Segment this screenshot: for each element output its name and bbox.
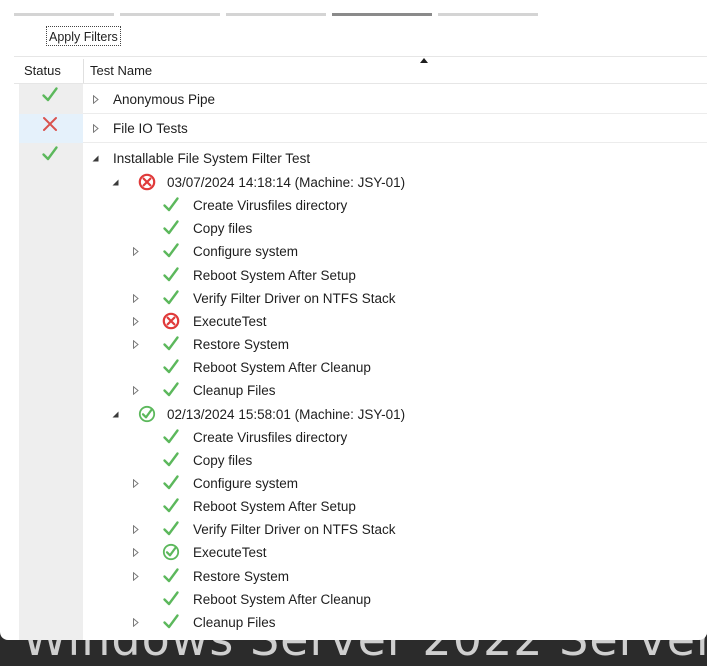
tree-node-label: Reboot System After Setup [193,268,356,283]
tree-node-label: Restore System [193,569,290,584]
tree-node-label: Cleanup Files [193,383,276,398]
pass-circle-icon [138,405,156,423]
checkmark-icon [162,497,180,515]
pass-circle-icon [162,543,180,561]
checkmark-icon [162,196,180,214]
expand-arrow-icon[interactable] [132,240,142,263]
tree-node-step[interactable]: Configure system [0,472,707,495]
header-separator [14,83,707,84]
tree-node-step[interactable]: Restore System [0,333,707,356]
tree-node-label: File IO Tests [113,121,188,136]
checkmark-icon [162,567,180,585]
tree-node-step[interactable]: Verify Filter Driver on NTFS Stack [0,518,707,541]
tree-node-run[interactable]: 02/13/2024 15:58:01 (Machine: JSY-01) [0,403,707,426]
expand-arrow-icon[interactable] [132,379,142,402]
tab-strip [14,13,554,17]
tree-node-test[interactable]: Installable File System Filter Test [0,147,707,170]
checkmark-icon [162,613,180,631]
tab-indicator-3[interactable] [226,13,326,16]
tree-node-step[interactable]: Cleanup Files [0,611,707,634]
tree-node-step[interactable]: Configure system [0,240,707,263]
tree-node-label: Create Virusfiles directory [193,198,348,213]
tree-node-label: Cleanup Files [193,615,276,630]
tree-node-step[interactable]: Copy files [0,217,707,240]
tree-node-label: ExecuteTest [193,314,267,329]
test-results-window: Apply Filters Status Test Name Anonymous… [0,0,707,640]
collapse-arrow-icon[interactable] [112,171,122,194]
tab-indicator-5[interactable] [438,13,538,16]
expand-arrow-icon[interactable] [132,565,142,588]
tree-node-step[interactable]: Verify Filter Driver on NTFS Stack [0,287,707,310]
tree-node-label: Configure system [193,476,299,491]
tab-indicator-1[interactable] [14,13,114,16]
checkmark-icon [162,219,180,237]
tree-node-test[interactable]: Anonymous Pipe [0,88,707,111]
expand-arrow-icon[interactable] [132,611,142,634]
expand-arrow-icon[interactable] [132,333,142,356]
tree-node-label: Reboot System After Cleanup [193,360,371,375]
tree-node-label: Restore System [193,337,290,352]
tree-node-label: Verify Filter Driver on NTFS Stack [193,291,396,306]
tree-node-step[interactable]: Reboot System After Setup [0,264,707,287]
expand-arrow-icon[interactable] [92,88,102,111]
tree-node-run[interactable]: 03/07/2024 14:18:14 (Machine: JSY-01) [0,171,707,194]
tree-node-step[interactable]: ExecuteTest [0,541,707,564]
expand-arrow-icon[interactable] [132,310,142,333]
error-circle-icon [138,173,156,191]
tree-node-label: Configure system [193,244,299,259]
tree-node-step[interactable]: ExecuteTest [0,310,707,333]
tree-node-step[interactable]: Restore System [0,565,707,588]
checkmark-icon [162,428,180,446]
tree-node-label: 03/07/2024 14:18:14 (Machine: JSY-01) [167,175,406,190]
tree-node-step[interactable]: Reboot System After Cleanup [0,356,707,379]
collapse-arrow-icon[interactable] [92,147,102,170]
checkmark-icon [162,381,180,399]
tree-node-label: Anonymous Pipe [113,92,216,107]
tree-node-step[interactable]: Copy files [0,449,707,472]
expand-arrow-icon[interactable] [92,117,102,140]
tree-node-label: 02/13/2024 15:58:01 (Machine: JSY-01) [167,407,406,422]
tree-node-label: Copy files [193,453,253,468]
expand-arrow-icon[interactable] [132,472,142,495]
tree-node-step[interactable]: Reboot System After Setup [0,495,707,518]
collapse-arrow-icon[interactable] [112,403,122,426]
tree-node-label: Reboot System After Setup [193,499,356,514]
tree-node-step[interactable]: Cleanup Files [0,379,707,402]
apply-filters-button[interactable]: Apply Filters [46,26,121,46]
tree-node-test[interactable]: File IO Tests [0,117,707,140]
column-header-test-name[interactable]: Test Name [90,59,152,83]
tab-indicator-4[interactable] [332,13,432,16]
row-separator [83,142,707,143]
toolbar-separator [14,56,707,57]
checkmark-icon [162,520,180,538]
tree-node-label: Installable File System Filter Test [113,151,311,166]
checkmark-icon [162,266,180,284]
checkmark-icon [162,358,180,376]
tree-node-label: Create Virusfiles directory [193,430,348,445]
checkmark-icon [162,590,180,608]
tree-node-step[interactable]: Create Virusfiles directory [0,194,707,217]
error-circle-icon [162,312,180,330]
checkmark-icon [162,289,180,307]
tree-node-label: Copy files [193,221,253,236]
column-divider[interactable] [83,59,84,83]
expand-arrow-icon[interactable] [132,541,142,564]
checkmark-icon [162,242,180,260]
tab-indicator-2[interactable] [120,13,220,16]
tree-node-label: Reboot System After Cleanup [193,592,371,607]
sort-ascending-icon [420,58,428,63]
tree-node-label: Verify Filter Driver on NTFS Stack [193,522,396,537]
tree-node-step[interactable]: Create Virusfiles directory [0,426,707,449]
checkmark-icon [162,451,180,469]
checkmark-icon [162,474,180,492]
column-header-status[interactable]: Status [24,59,61,83]
tree-node-step[interactable]: Reboot System After Cleanup [0,588,707,611]
expand-arrow-icon[interactable] [132,518,142,541]
expand-arrow-icon[interactable] [132,287,142,310]
row-separator [83,113,707,114]
tree-node-label: ExecuteTest [193,545,267,560]
checkmark-icon [162,335,180,353]
